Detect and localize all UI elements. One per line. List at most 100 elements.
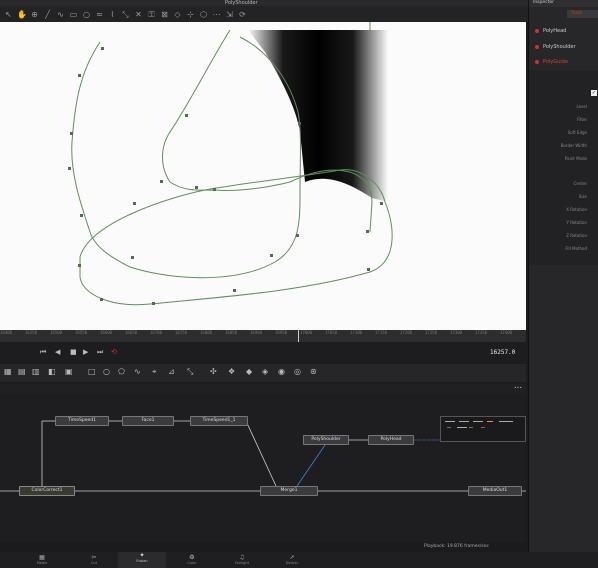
inspector-item-label: PolyShoulder (543, 44, 576, 50)
param-label: Soft Edge (567, 130, 587, 135)
node-mediaout1[interactable]: MediaOut1 (468, 486, 522, 496)
merge-3d-icon[interactable]: ⊛ (310, 367, 317, 376)
timecode-readout[interactable]: 16257.0 (490, 349, 515, 356)
rectangle-tool-icon[interactable]: ▭ (69, 10, 78, 19)
more-options-icon[interactable]: ••• (514, 386, 522, 391)
node-editor-header: ••• (0, 384, 526, 394)
go-to-start-icon[interactable]: ⏮ (40, 348, 46, 357)
select-tool-icon[interactable]: ↖ (4, 10, 13, 19)
linear-tool-icon[interactable]: ⌇ (108, 10, 117, 19)
playhead[interactable] (298, 330, 299, 342)
red-dot-icon (535, 29, 539, 33)
node-face1[interactable]: Face1 (122, 416, 174, 426)
go-to-end-icon[interactable]: ⏭ (97, 348, 103, 357)
page-fairlight[interactable]: ♫ Fairlight (232, 554, 252, 565)
ruler-tick: 17200 (400, 330, 413, 335)
pan-tool-icon[interactable]: ✋ (17, 10, 27, 19)
node-timespeed1-1[interactable]: TimeSpeed1_1 (190, 416, 248, 426)
ruler-tick: 17300 (450, 330, 463, 335)
loop-icon[interactable]: ⟲ (111, 348, 117, 356)
text-tool-icon[interactable]: ▥ (32, 367, 40, 376)
param-label: Filter (577, 117, 587, 122)
param-label: Level (576, 104, 587, 109)
bspline-tool-icon[interactable]: ∿ (56, 10, 65, 19)
key-icon[interactable]: ⚿ (147, 10, 156, 19)
node-timespeed1[interactable]: TimeSpeed1 (55, 416, 109, 426)
param-label: Y Rotation (566, 220, 587, 225)
polyline-tool-icon[interactable]: ╱ (43, 10, 52, 19)
delete-point-icon[interactable]: ✕ (134, 10, 143, 19)
inspector-item-polyguide[interactable]: PolyGuide (529, 57, 598, 67)
page-deliver[interactable]: ➚ Deliver (282, 554, 302, 565)
status-bar: Playback: 19.876 frames/sec (0, 542, 526, 552)
ruler-tick: 17150 (375, 330, 388, 335)
show-points-icon[interactable]: ◇ (173, 10, 182, 19)
merge-tool-icon[interactable]: ◧ (48, 367, 56, 376)
spline-overlay[interactable] (0, 22, 526, 330)
node-merge1[interactable]: Merge1 (260, 486, 318, 496)
checkbox-icon[interactable]: ✓ (591, 90, 597, 96)
node-colorcorrect1[interactable]: ColorCorrect1 (19, 486, 75, 496)
bspline-mask-icon[interactable]: ∿ (134, 367, 141, 376)
particle-render-icon[interactable]: ❖ (228, 367, 235, 376)
ruler-tick: 16550 (75, 330, 88, 335)
param-label: Paint Mode (564, 156, 587, 161)
publish-icon[interactable]: ⇲ (225, 10, 234, 19)
transport-bar: ⏮ ◀ ■ ▶ ⏭ ⟲ 16257.0 (0, 342, 526, 362)
light-3d-icon[interactable]: ◉ (278, 367, 285, 376)
play-reverse-icon[interactable]: ◀ (55, 348, 60, 356)
zoom-tool-icon[interactable]: ⊕ (30, 10, 39, 19)
renderer-3d-icon[interactable]: ◎ (294, 367, 301, 376)
ellipse-tool-icon[interactable]: ○ (82, 10, 91, 19)
page-media[interactable]: ▦ Media (32, 554, 52, 565)
show-handles-icon[interactable]: ⊹ (186, 10, 195, 19)
ruler-tick: 16500 (50, 330, 63, 335)
polygon-mask-icon[interactable]: ⬠ (118, 367, 125, 376)
page-cut[interactable]: ✂ Cut (84, 554, 104, 565)
page-label: Deliver (285, 561, 299, 565)
viewer-canvas[interactable] (0, 22, 526, 330)
inspector-item-polyshoulder[interactable]: PolyShoulder (529, 42, 598, 52)
node-editor[interactable]: TimeSpeed1 Face1 TimeSpeed1_1 PolyShould… (0, 394, 526, 542)
transform-icon[interactable]: ⤡ (187, 367, 193, 377)
ruler-tick: 16900 (250, 330, 263, 335)
ellipse-mask-icon[interactable]: ○ (103, 367, 110, 376)
paint-tool-icon[interactable]: ▤ (18, 367, 26, 376)
media-tool-icon[interactable]: ▣ (65, 367, 73, 376)
param-label: X Rotation (566, 207, 587, 212)
particle-emitter-icon[interactable]: ✣ (210, 367, 217, 376)
page-navigation: ▦ Media ✂ Cut ✦ Fusion ❂ Color ♫ Fairlig… (0, 552, 598, 568)
lock-icon[interactable]: ⊠ (160, 10, 169, 19)
color-icon: ❂ (189, 554, 195, 561)
inspector-item-polyhead[interactable]: PolyHead (529, 26, 598, 36)
tools-tab[interactable]: Tools (567, 10, 598, 18)
page-label: Fusion (136, 559, 148, 563)
stop-icon[interactable]: ■ (70, 348, 77, 356)
planar-tracker-icon[interactable]: ⊿ (168, 367, 175, 376)
shape-icon[interactable]: ⬡ (199, 10, 208, 19)
page-label: Cut (90, 561, 98, 565)
ruler-tick: 16800 (200, 330, 213, 335)
inspector-controls: ✓ Level Filter Soft Edge Border Width Pa… (529, 70, 598, 265)
navigator-minimap[interactable] (440, 416, 526, 442)
inspector-item-label: PolyGuide (543, 59, 568, 65)
node-polyshoulder[interactable]: PolyShoulder (303, 435, 349, 445)
transform-tool-icon[interactable]: ⤡ (121, 10, 130, 19)
cut-icon: ✂ (91, 554, 97, 561)
shape-3d-icon[interactable]: ◆ (246, 367, 252, 376)
play-icon[interactable]: ▶ (83, 348, 88, 356)
page-fusion[interactable]: ✦ Fusion (118, 552, 166, 568)
reduce-points-icon[interactable]: ⋯ (212, 10, 221, 19)
time-ruler[interactable]: 16400 16250 16500 16550 16600 16650 1670… (0, 330, 526, 342)
page-color[interactable]: ❂ Color (182, 554, 202, 565)
background-tool-icon[interactable]: ▦ (4, 367, 12, 376)
tracker-icon[interactable]: ⌖ (152, 367, 157, 377)
tools-tab-label: Tools (571, 11, 583, 16)
smooth-tool-icon[interactable]: ≈ (95, 10, 104, 19)
rocket-icon: ➚ (289, 554, 295, 561)
ruler-tick: 17400 (500, 330, 513, 335)
camera-3d-icon[interactable]: ◈ (262, 367, 268, 376)
node-polyhead[interactable]: PolyHead (368, 435, 414, 445)
rect-mask-icon[interactable]: □ (88, 367, 96, 376)
follow-icon[interactable]: ⟳ (238, 10, 247, 19)
